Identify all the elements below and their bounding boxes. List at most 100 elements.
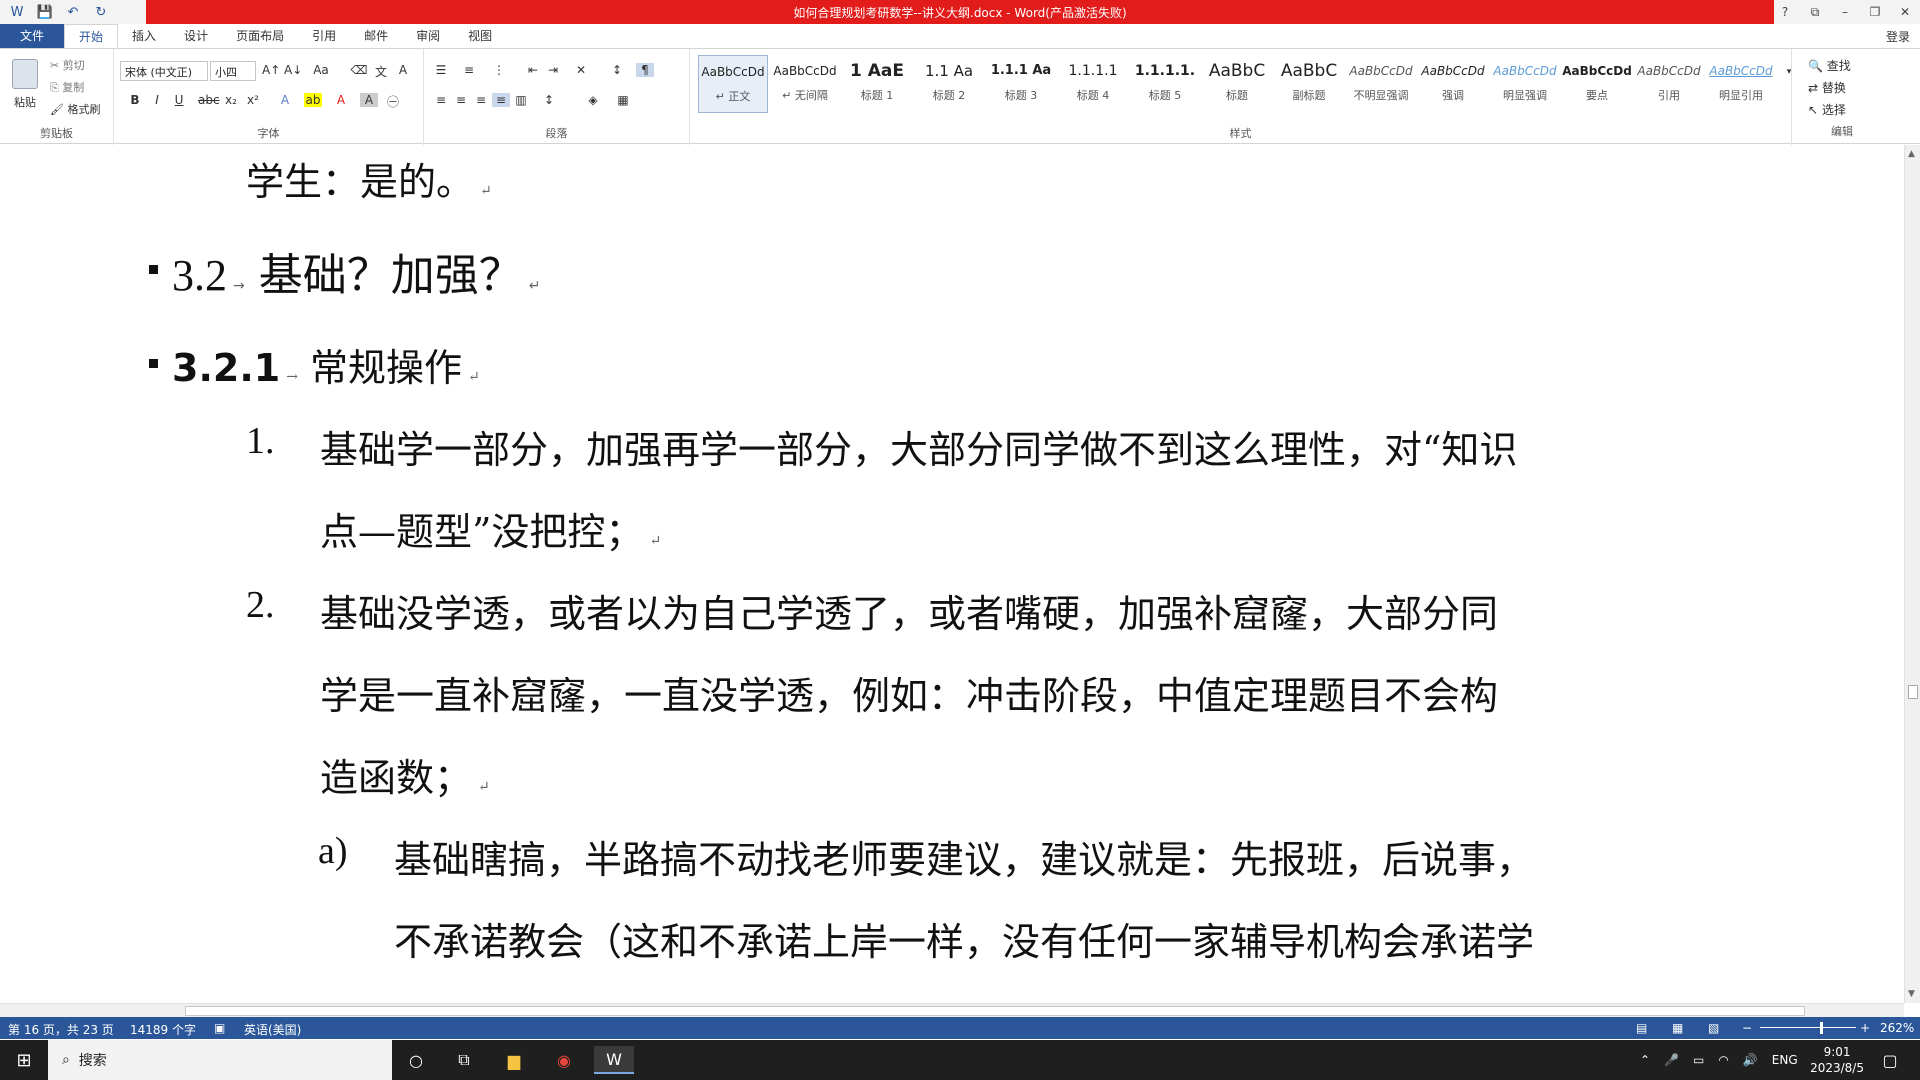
clock[interactable]: 9:01 2023/8/5: [1810, 1044, 1864, 1076]
help-icon[interactable]: ?: [1770, 5, 1800, 19]
vertical-scrollbar[interactable]: ▲ ▼: [1904, 145, 1920, 1003]
redo-icon[interactable]: ↻: [90, 2, 112, 22]
zoom-out-icon[interactable]: −: [1742, 1021, 1752, 1035]
style-subtle-emphasis[interactable]: AaBbCcDd 不明显强调: [1346, 55, 1416, 113]
taskbar-search[interactable]: ⌕ 搜索: [48, 1040, 392, 1080]
battery-icon[interactable]: ▭: [1693, 1053, 1704, 1067]
show-marks-icon[interactable]: ¶: [636, 63, 654, 77]
justify-icon[interactable]: ≡: [492, 93, 510, 107]
change-case-icon[interactable]: Aa: [312, 63, 330, 77]
style-heading-1[interactable]: 1 AaE 标题 1: [842, 55, 912, 113]
style-subtitle[interactable]: AaBbC 副标题: [1274, 55, 1344, 113]
proofing-icon[interactable]: ▣: [214, 1021, 225, 1035]
tab-references[interactable]: 引用: [298, 24, 350, 48]
replace-button[interactable]: ⇄ 替换: [1808, 79, 1846, 96]
tab-home[interactable]: 开始: [64, 24, 119, 48]
web-layout-icon[interactable]: ▧: [1708, 1021, 1719, 1035]
tab-page-layout[interactable]: 页面布局: [222, 24, 298, 48]
tab-design[interactable]: 设计: [170, 24, 222, 48]
text-direction-icon[interactable]: ✕: [572, 63, 590, 77]
shading-icon[interactable]: ◈: [584, 93, 602, 107]
windows-start-icon[interactable]: ⊞: [0, 1040, 48, 1080]
close-icon[interactable]: ✕: [1890, 5, 1920, 19]
subscript-button[interactable]: x₂: [222, 93, 240, 107]
scroll-down-icon[interactable]: ▼: [1908, 989, 1915, 999]
font-size-select[interactable]: 小四: [210, 61, 256, 81]
horizontal-scroll-thumb[interactable]: [185, 1006, 1805, 1016]
borders-icon[interactable]: ▦: [614, 93, 632, 107]
style-heading-5[interactable]: 1.1.1.1. 标题 5: [1130, 55, 1200, 113]
char-border-icon[interactable]: A: [394, 63, 412, 77]
underline-button[interactable]: U: [170, 93, 188, 107]
enclose-char-icon[interactable]: ㊀: [384, 93, 402, 110]
paste-button[interactable]: 粘贴: [10, 55, 40, 117]
style-intense-emphasis[interactable]: AaBbCcDd 明显强调: [1490, 55, 1560, 113]
align-left-icon[interactable]: ≡: [432, 93, 450, 107]
shrink-font-icon[interactable]: A↓: [284, 63, 302, 77]
print-layout-icon[interactable]: ▦: [1672, 1021, 1683, 1035]
input-language[interactable]: ENG: [1772, 1053, 1798, 1067]
chrome-icon[interactable]: ◉: [544, 1046, 584, 1074]
tab-review[interactable]: 审阅: [402, 24, 454, 48]
select-button[interactable]: ↖ 选择: [1808, 101, 1846, 118]
tab-mailings[interactable]: 邮件: [350, 24, 402, 48]
copy-button[interactable]: ⎘ 复制: [50, 79, 84, 95]
clear-format-icon[interactable]: ⌫: [350, 63, 368, 77]
styles-more-icon[interactable]: ▾: [1780, 67, 1798, 77]
restore-icon[interactable]: ❐: [1860, 5, 1890, 19]
ribbon-display-icon[interactable]: ⧉: [1800, 5, 1830, 20]
scroll-up-icon[interactable]: ▲: [1908, 149, 1915, 159]
phonetic-guide-icon[interactable]: 文: [372, 63, 390, 80]
style-intense-quote[interactable]: AaBbCcDd 明显引用: [1706, 55, 1776, 113]
tab-view[interactable]: 视图: [454, 24, 506, 48]
read-mode-icon[interactable]: ▤: [1636, 1021, 1647, 1035]
find-button[interactable]: 🔍 查找: [1808, 57, 1851, 74]
style-normal[interactable]: AaBbCcDd ↵ 正文: [698, 55, 768, 113]
increase-indent-icon[interactable]: ⇥: [544, 63, 562, 77]
volume-icon[interactable]: 🔊: [1743, 1053, 1758, 1067]
login-link[interactable]: 登录: [1886, 28, 1910, 45]
text-effects-icon[interactable]: A: [276, 93, 294, 107]
save-icon[interactable]: 💾: [34, 2, 56, 22]
italic-button[interactable]: I: [148, 93, 166, 107]
font-name-select[interactable]: 宋体 (中文正): [120, 61, 208, 81]
language-indicator[interactable]: 英语(美国): [244, 1021, 301, 1038]
align-center-icon[interactable]: ≡: [452, 93, 470, 107]
microphone-icon[interactable]: 🎤: [1664, 1053, 1679, 1067]
bold-button[interactable]: B: [126, 93, 144, 107]
style-strong[interactable]: AaBbCcDd 要点: [1562, 55, 1632, 113]
format-painter-button[interactable]: 🖌 格式刷: [50, 101, 100, 117]
zoom-slider-thumb[interactable]: [1820, 1022, 1823, 1034]
cut-button[interactable]: ✂ 剪切: [50, 57, 85, 73]
char-shading-icon[interactable]: A: [360, 93, 378, 107]
bullets-icon[interactable]: ☰: [432, 63, 450, 77]
style-no-spacing[interactable]: AaBbCcDd ↵ 无间隔: [770, 55, 840, 113]
style-heading-2[interactable]: 1.1 Aa 标题 2: [914, 55, 984, 113]
tray-expand-icon[interactable]: ⌃: [1640, 1053, 1650, 1067]
tab-insert[interactable]: 插入: [118, 24, 170, 48]
style-emphasis[interactable]: AaBbCcDd 强调: [1418, 55, 1488, 113]
document-canvas[interactable]: 学生：是的。 ↵ 3.2 → 基础？加强？ ↵ 3.2.1 → 常规操作 ↵ 1. 基础学…: [0, 145, 1904, 1003]
zoom-slider[interactable]: [1760, 1027, 1856, 1028]
tab-file[interactable]: 文件: [0, 24, 65, 48]
cortana-icon[interactable]: ○: [396, 1046, 436, 1074]
task-view-icon[interactable]: ⧉: [444, 1046, 484, 1074]
file-explorer-icon[interactable]: ▆: [494, 1046, 534, 1074]
line-spacing-icon[interactable]: ↕: [540, 93, 558, 107]
highlight-icon[interactable]: ab: [304, 93, 322, 107]
distributed-icon[interactable]: ▥: [512, 93, 530, 107]
superscript-button[interactable]: x²: [244, 93, 262, 107]
scroll-thumb[interactable]: [1908, 685, 1918, 699]
numbering-icon[interactable]: ≡: [460, 63, 478, 77]
wifi-icon[interactable]: ◠: [1718, 1053, 1728, 1067]
zoom-level[interactable]: 262%: [1880, 1021, 1914, 1035]
style-heading-4[interactable]: 1.1.1.1 标题 4: [1058, 55, 1128, 113]
style-quote[interactable]: AaBbCcDd 引用: [1634, 55, 1704, 113]
strikethrough-button[interactable]: abc: [198, 93, 220, 107]
sort-icon[interactable]: ↕: [608, 63, 626, 77]
font-color-icon[interactable]: A: [332, 93, 350, 107]
horizontal-scrollbar[interactable]: [0, 1003, 1904, 1017]
grow-font-icon[interactable]: A↑: [262, 63, 280, 77]
decrease-indent-icon[interactable]: ⇤: [524, 63, 542, 77]
notification-icon[interactable]: ▢: [1870, 1046, 1910, 1074]
